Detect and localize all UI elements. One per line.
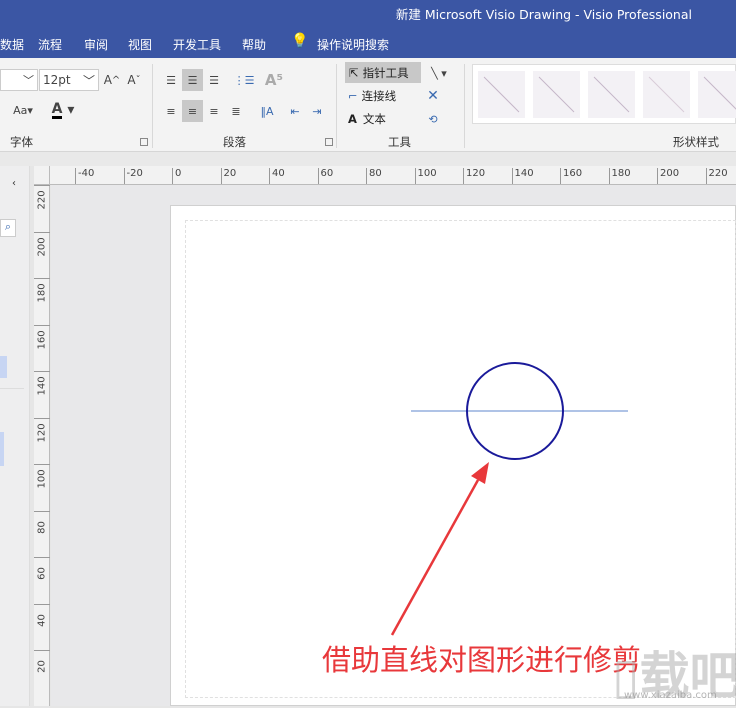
annotation-arrow: [390, 462, 489, 636]
annotation-text: 借助直线对图形进行修剪: [322, 643, 642, 677]
watermark-url: www.xiazaiba.com: [624, 690, 717, 701]
drawing-shapes: [390, 362, 628, 636]
